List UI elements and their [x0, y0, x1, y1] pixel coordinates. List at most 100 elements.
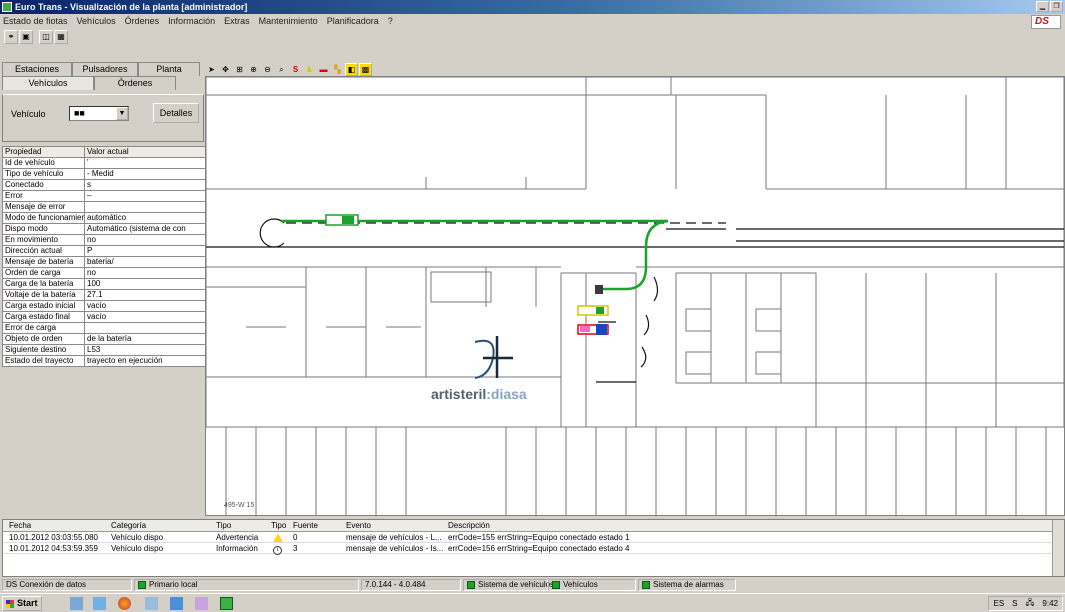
tab-plant[interactable]: Planta — [138, 62, 200, 76]
details-button[interactable]: Detalles — [153, 103, 199, 123]
table-row[interactable]: Error de carga — [2, 322, 207, 334]
status-vehicle-system: Sistema de vehículos — [463, 579, 554, 591]
column-header-description[interactable]: Descripción — [448, 521, 490, 530]
property-value: vacío — [84, 311, 207, 323]
tab-orders[interactable]: Órdenes — [94, 76, 176, 90]
minimap-icon[interactable]: ▩ — [359, 62, 372, 76]
chevron-down-icon[interactable]: ▼ — [116, 107, 128, 120]
table-row[interactable]: Mensaje de batería bateria/ — [2, 256, 207, 268]
tab-vehicles[interactable]: Vehículos — [2, 76, 94, 90]
menu-information[interactable]: Información — [168, 16, 215, 26]
layer-s-icon[interactable]: S — [289, 63, 302, 76]
menu-help[interactable]: ? — [388, 16, 393, 26]
tray-item[interactable]: S — [1012, 599, 1017, 608]
tab-buttons[interactable]: Pulsadores — [72, 62, 138, 76]
table-row[interactable]: Dirección actual P — [2, 245, 207, 257]
table-row[interactable]: Modo de funcionamiento automático — [2, 212, 207, 224]
vehicle-layer-icon[interactable]: ♞ — [303, 63, 316, 76]
color-legend-icon[interactable]: ▚ — [331, 63, 344, 76]
table-row[interactable]: Carga estado inicial vacío — [2, 300, 207, 312]
column-header-source[interactable]: Fuente — [293, 521, 318, 530]
zoom-out-icon[interactable]: ⊖ — [261, 63, 274, 76]
minimize-icon[interactable]: ▁ — [1036, 1, 1049, 12]
quicklaunch-icon-6[interactable] — [195, 597, 208, 610]
table-row[interactable]: Carga de la batería 100 — [2, 278, 207, 290]
table-row[interactable]: Dispo modo Automático (sistema de con — [2, 223, 207, 235]
quicklaunch-icon-5[interactable] — [170, 597, 183, 610]
vehicle-select[interactable]: ■■ ▼ — [69, 106, 129, 121]
column-header-type[interactable]: Tipo — [216, 521, 231, 530]
table-row[interactable]: En movimiento no — [2, 234, 207, 246]
pointer-icon[interactable]: ➤ — [205, 63, 218, 76]
table-row[interactable]: Estado del trayecto trayecto en ejecución — [2, 355, 207, 367]
table-row[interactable]: Objeto de orden de la batería — [2, 333, 207, 345]
menu-orders[interactable]: Órdenes — [125, 16, 160, 26]
property-property: Dispo modo — [2, 223, 85, 235]
property-property: Dirección actual — [2, 245, 85, 257]
property-property: En movimiento — [2, 234, 85, 246]
warning-icon — [273, 533, 283, 543]
quicklaunch-icon-4[interactable] — [145, 597, 158, 610]
table-row[interactable]: Carga estado final vacío — [2, 311, 207, 323]
eurotrans-task-icon[interactable] — [220, 597, 233, 610]
tab-stations[interactable]: Estaciones — [2, 62, 72, 76]
property-property: Id de vehículo — [2, 157, 85, 169]
status-indicator — [552, 580, 560, 589]
quicklaunch-icon-2[interactable] — [93, 597, 106, 610]
browser-icon[interactable] — [118, 597, 131, 610]
table-row[interactable]: Conectado s — [2, 179, 207, 191]
overview-icon[interactable]: ◧ — [345, 62, 358, 76]
start-button[interactable]: Start — [2, 596, 42, 611]
table-row[interactable]: Voltaje de la batería 27.1 — [2, 289, 207, 301]
table-row[interactable]: Id de vehículo ' — [2, 157, 207, 169]
column-header-date[interactable]: Fecha — [9, 521, 31, 530]
vehicle-icons[interactable] — [325, 214, 609, 335]
table-row[interactable]: Orden de carga no — [2, 267, 207, 279]
monitor-icon[interactable]: ▣ — [19, 30, 33, 44]
quicklaunch-icon-1[interactable] — [70, 597, 83, 610]
table-row[interactable]: 10.01.2012 04:53:59.359 Vehículo dispo I… — [3, 543, 1064, 555]
table-row[interactable]: 10.01.2012 03:03:55.080 Vehículo dispo A… — [3, 532, 1064, 543]
menu-maintenance[interactable]: Mantenimiento — [259, 16, 318, 26]
table-row[interactable]: Siguiente destino L53 — [2, 344, 207, 356]
event-source: 3 — [293, 544, 298, 553]
table-row[interactable]: Error – — [2, 190, 207, 202]
event-category: Vehículo dispo — [111, 544, 164, 553]
grid-icon[interactable]: ▦ — [54, 30, 68, 44]
tray-clock: 9:42 — [1042, 599, 1058, 608]
column-header-category[interactable]: Categoría — [111, 521, 146, 530]
network-icon[interactable]: 🖧 — [1026, 597, 1035, 611]
window-title-bar[interactable]: Euro Trans - Visualización de la planta … — [0, 0, 1065, 14]
column-header-type-icon[interactable]: Tipo — [271, 521, 286, 530]
zoom-in-icon[interactable]: ⊕ — [247, 63, 260, 76]
property-value: vacío — [84, 300, 207, 312]
tray-language[interactable]: ES — [993, 599, 1004, 608]
column-header-event[interactable]: Evento — [346, 521, 371, 530]
select-icon[interactable]: ✥ — [219, 63, 232, 76]
event-log-scrollbar[interactable] — [1052, 520, 1064, 576]
menu-extras[interactable]: Extras — [224, 16, 250, 26]
connect-icon[interactable]: ⚭ — [4, 30, 18, 44]
map-toolbar: ➤ ✥ ⊞ ⊕ ⊖ ⌕ S ♞ ▬ ▚ ◧ ▩ — [205, 62, 372, 76]
property-property: Estado del trayecto — [2, 355, 85, 367]
route-layer-icon[interactable]: ▬ — [317, 63, 330, 76]
table-row[interactable]: Tipo de vehículo - Medid — [2, 168, 207, 180]
table-row[interactable]: Mensaje de error — [2, 201, 207, 213]
menu-planner[interactable]: Planificadora — [327, 16, 379, 26]
status-indicator — [138, 580, 146, 589]
property-value: no — [84, 234, 207, 246]
menu-vehicles[interactable]: Vehículos — [77, 16, 116, 26]
vehicle-properties-table: Propiedad Valor actual Id de vehículo ' Ti… — [2, 146, 207, 367]
status-primary: Primario local — [134, 579, 359, 591]
zoom-fit-icon[interactable]: ⌕ — [275, 63, 288, 76]
property-value: P — [84, 245, 207, 257]
menu-fleet[interactable]: Estado de fiotas — [3, 16, 68, 26]
event-source: 0 — [293, 533, 298, 542]
window-icon[interactable]: ◫ — [39, 30, 53, 44]
event-name: mensaje de vehículos - L... — [346, 533, 442, 542]
artisteril-diasa-logo: artisteril:diasa — [431, 332, 561, 412]
status-version: 7.0.144 - 4.0.484 — [361, 579, 461, 591]
plant-map[interactable]: artisteril:diasa 495-W 15 — [205, 76, 1065, 516]
restore-icon[interactable]: ❐ — [1050, 1, 1063, 12]
pan-icon[interactable]: ⊞ — [233, 63, 246, 76]
